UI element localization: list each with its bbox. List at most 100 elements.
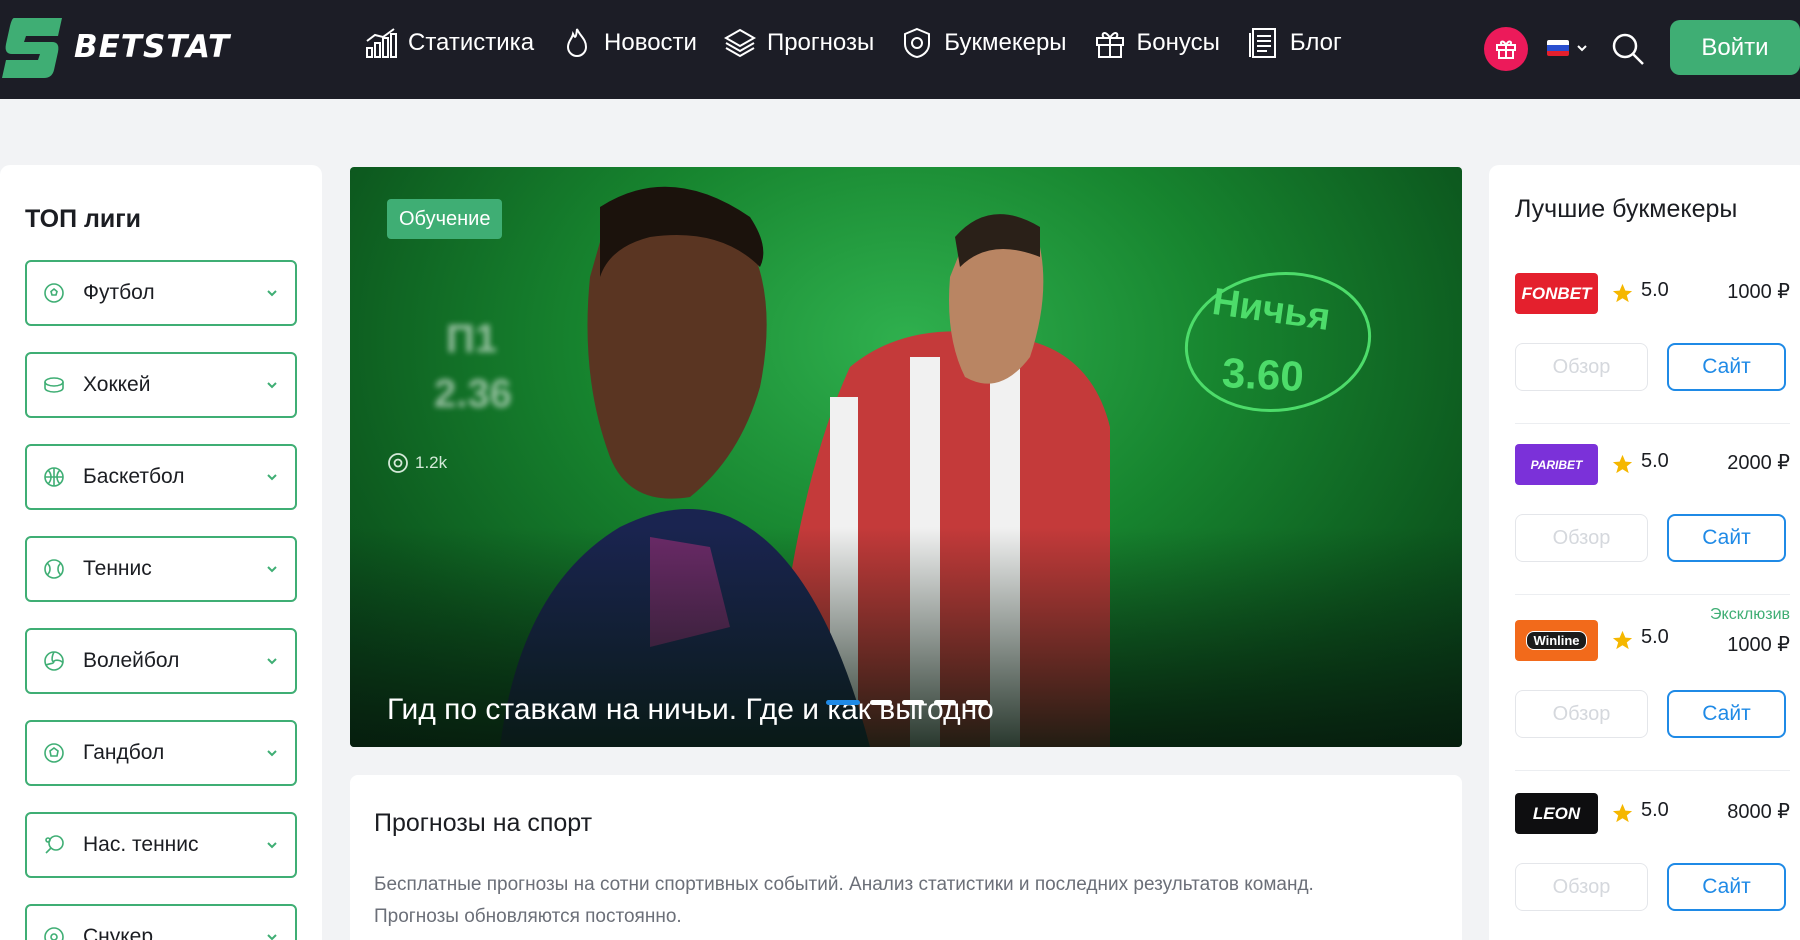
paribet-logo[interactable]: PARIBET	[1515, 444, 1598, 485]
chevron-down-icon	[267, 290, 277, 297]
hero-title[interactable]: Гид по ставкам на ничьи. Где и как выгод…	[387, 693, 994, 727]
league-label: Волейбол	[83, 649, 180, 672]
language-selector[interactable]	[1547, 40, 1589, 56]
league-label: Хоккей	[83, 373, 151, 396]
main-nav: Статистика Новости Прогнозы Букмекеры Бо…	[364, 26, 1368, 60]
badge-icon	[904, 27, 931, 59]
chevron-down-icon	[267, 658, 277, 665]
nav-item-statistics[interactable]: Статистика	[364, 26, 534, 60]
slider-dot[interactable]	[902, 700, 924, 705]
table-tennis-icon	[45, 835, 64, 854]
bookmaker-rating: 5.0	[1641, 450, 1669, 472]
nav-label: Статистика	[408, 29, 535, 56]
winline-logo[interactable]: Winline	[1515, 620, 1598, 661]
nav-item-news[interactable]: Новости	[560, 26, 697, 60]
league-item-basketball[interactable]: Баскетбол	[25, 444, 297, 510]
review-button[interactable]: Обзор	[1515, 514, 1648, 562]
star-icon	[1612, 803, 1633, 823]
nav-item-bonuses[interactable]: Бонусы	[1093, 26, 1220, 60]
nav-item-blog[interactable]: Блог	[1246, 26, 1342, 60]
chevron-down-icon	[267, 566, 277, 573]
views-value: 1.2k	[415, 453, 448, 472]
nav-label: Прогнозы	[766, 29, 875, 56]
league-label: Теннис	[83, 557, 152, 580]
logo-mark-icon	[2, 18, 62, 78]
forecast-title: Прогнозы на спорт	[374, 809, 593, 837]
bookmaker-bonus: 1000 ₽	[1727, 281, 1790, 303]
gift-icon	[1095, 32, 1124, 58]
fire-icon	[567, 28, 588, 57]
fonbet-logo[interactable]: FONBET	[1515, 273, 1598, 314]
login-button[interactable]: Войти	[1670, 20, 1800, 75]
nav-label: Букмекеры	[944, 29, 1067, 56]
best-bookmakers-panel: Лучшие букмекеры FONBET 5.0 1000 ₽ Обзор…	[1489, 165, 1800, 940]
slider-dot[interactable]	[870, 700, 892, 705]
flag-ru-icon	[1547, 40, 1569, 56]
review-button[interactable]: Обзор	[1515, 343, 1648, 391]
star-icon	[1612, 630, 1633, 650]
league-label: Снукер	[83, 925, 154, 940]
star-icon	[1612, 283, 1633, 303]
hero-odds-value: 2.36	[434, 372, 512, 416]
league-item-hockey[interactable]: Хоккей	[25, 352, 297, 418]
logo-text: BETSTAT	[74, 29, 231, 65]
bookmaker-rating: 5.0	[1641, 626, 1669, 648]
football-icon	[44, 283, 64, 303]
top-leagues-panel: ТОП лиги Футбол Хоккей Баскетбол Теннис …	[0, 165, 322, 940]
top-leagues-title: ТОП лиги	[25, 205, 142, 233]
league-item-snooker[interactable]: Снукер	[25, 904, 297, 940]
chevron-down-icon	[267, 474, 277, 481]
volleyball-icon	[44, 651, 64, 671]
league-item-tennis[interactable]: Теннис	[25, 536, 297, 602]
snooker-icon	[44, 927, 64, 940]
hockey-puck-icon	[44, 377, 64, 393]
search-icon[interactable]	[1609, 30, 1647, 68]
bookmaker-bonus: 1000 ₽	[1727, 634, 1790, 656]
divider	[1515, 423, 1790, 424]
leon-logo[interactable]: LEON	[1515, 793, 1598, 834]
divider	[1515, 594, 1790, 595]
site-logo[interactable]: BETSTAT	[0, 14, 230, 80]
site-button[interactable]: Сайт	[1667, 690, 1786, 738]
review-button[interactable]: Обзор	[1515, 863, 1648, 911]
league-item-handball[interactable]: Гандбол	[25, 720, 297, 786]
league-label: Нас. теннис	[83, 833, 199, 856]
views-counter: 1.2k	[387, 452, 447, 474]
league-item-table-tennis[interactable]: Нас. теннис	[25, 812, 297, 878]
tennis-ball-icon	[44, 559, 64, 579]
basketball-icon	[44, 467, 64, 487]
best-bookmakers-title: Лучшие букмекеры	[1515, 195, 1738, 223]
slider-dot[interactable]	[826, 700, 860, 705]
site-button[interactable]: Сайт	[1667, 514, 1786, 562]
league-item-football[interactable]: Футбол	[25, 260, 297, 326]
handball-icon	[44, 743, 64, 763]
league-item-volleyball[interactable]: Волейбол	[25, 628, 297, 694]
league-label: Гандбол	[83, 741, 165, 764]
chart-icon	[366, 28, 397, 58]
chevron-down-icon	[1577, 45, 1587, 52]
divider	[1515, 770, 1790, 771]
hero-slider[interactable]: П1 2.36 Ничья 3.60 Обучение 1.2k Гид по …	[350, 167, 1462, 747]
site-header: BETSTAT Статистика Новости Прогнозы Букм…	[0, 0, 1800, 99]
nav-label: Бонусы	[1136, 29, 1220, 56]
review-button[interactable]: Обзор	[1515, 690, 1648, 738]
site-button[interactable]: Сайт	[1667, 863, 1786, 911]
slider-dot[interactable]	[966, 700, 988, 705]
bookmaker-rating: 5.0	[1641, 799, 1669, 821]
star-icon	[1612, 454, 1633, 474]
slider-dot[interactable]	[934, 700, 956, 705]
nav-item-predictions[interactable]: Прогнозы	[723, 26, 874, 60]
sports-forecast-card: Прогнозы на спорт Бесплатные прогнозы на…	[350, 775, 1462, 940]
league-label: Футбол	[83, 281, 155, 304]
chevron-down-icon	[267, 934, 277, 940]
site-button[interactable]: Сайт	[1667, 343, 1786, 391]
nav-label: Новости	[604, 29, 697, 56]
bookmaker-rating: 5.0	[1641, 279, 1669, 301]
nav-item-bookmakers[interactable]: Букмекеры	[900, 26, 1067, 60]
exclusive-label: Эксклюзив	[1710, 606, 1790, 623]
bookmaker-card-leon: LEON 5.0 8000 ₽ Обзор Сайт	[1515, 793, 1790, 940]
gift-button[interactable]	[1484, 27, 1528, 71]
category-tag[interactable]: Обучение	[387, 199, 503, 239]
draw-odds-value: 3.60	[1220, 348, 1305, 401]
league-label: Баскетбол	[83, 465, 185, 488]
